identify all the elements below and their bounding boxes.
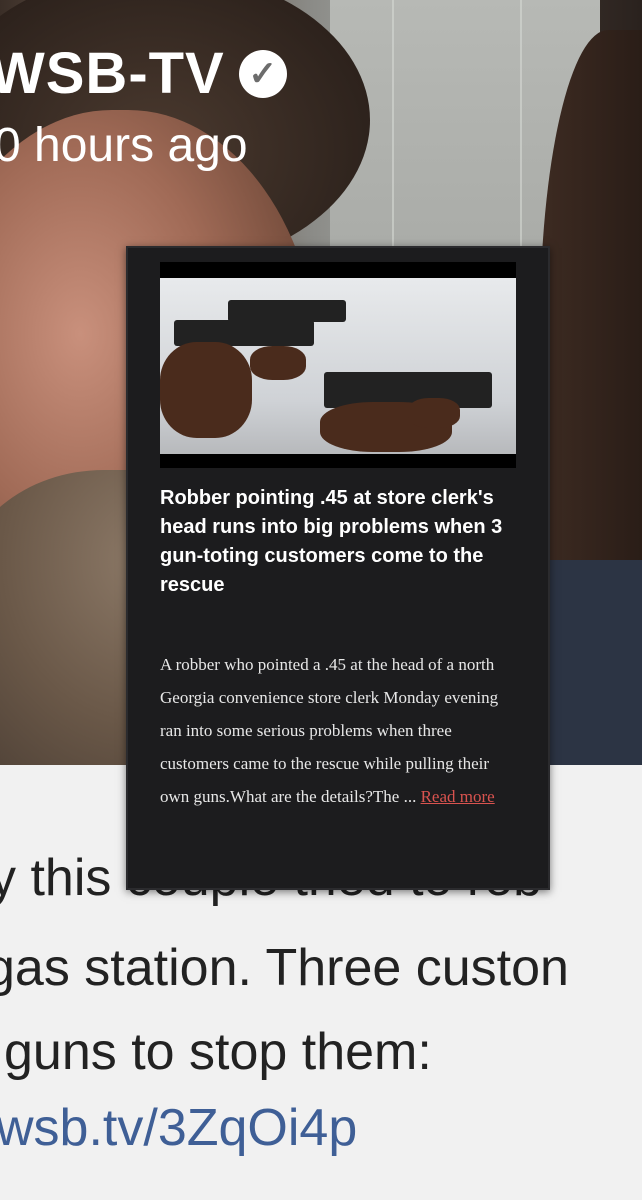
article-summary: A robber who pointed a .45 at the head o… [160,648,520,813]
tweet-text-line: gas station. Three custon [0,939,569,997]
article-summary-text: A robber who pointed a .45 at the head o… [160,655,499,806]
handgun-shape [228,300,346,322]
article-image[interactable] [160,262,516,468]
post-timestamp: 0 hours ago [0,119,248,172]
article-preview-card[interactable]: Robber pointing .45 at store clerk's hea… [126,246,550,890]
profile-name[interactable]: WSB-TV [0,40,225,107]
tweet-text-line: guns to stop them: [4,1023,432,1081]
hand-shape [160,342,252,438]
hand-shape [408,398,460,428]
hand-shape [250,346,306,380]
tweet-link[interactable]: wsb.tv/3ZqOi4p [0,1098,357,1158]
right-person-shirt [548,560,642,765]
read-more-link[interactable]: Read more [421,787,495,806]
verified-check-icon: ✓ [238,49,287,98]
profile-header[interactable]: WSB-TV ✓ [0,40,287,107]
article-title[interactable]: Robber pointing .45 at store clerk's hea… [160,484,512,600]
